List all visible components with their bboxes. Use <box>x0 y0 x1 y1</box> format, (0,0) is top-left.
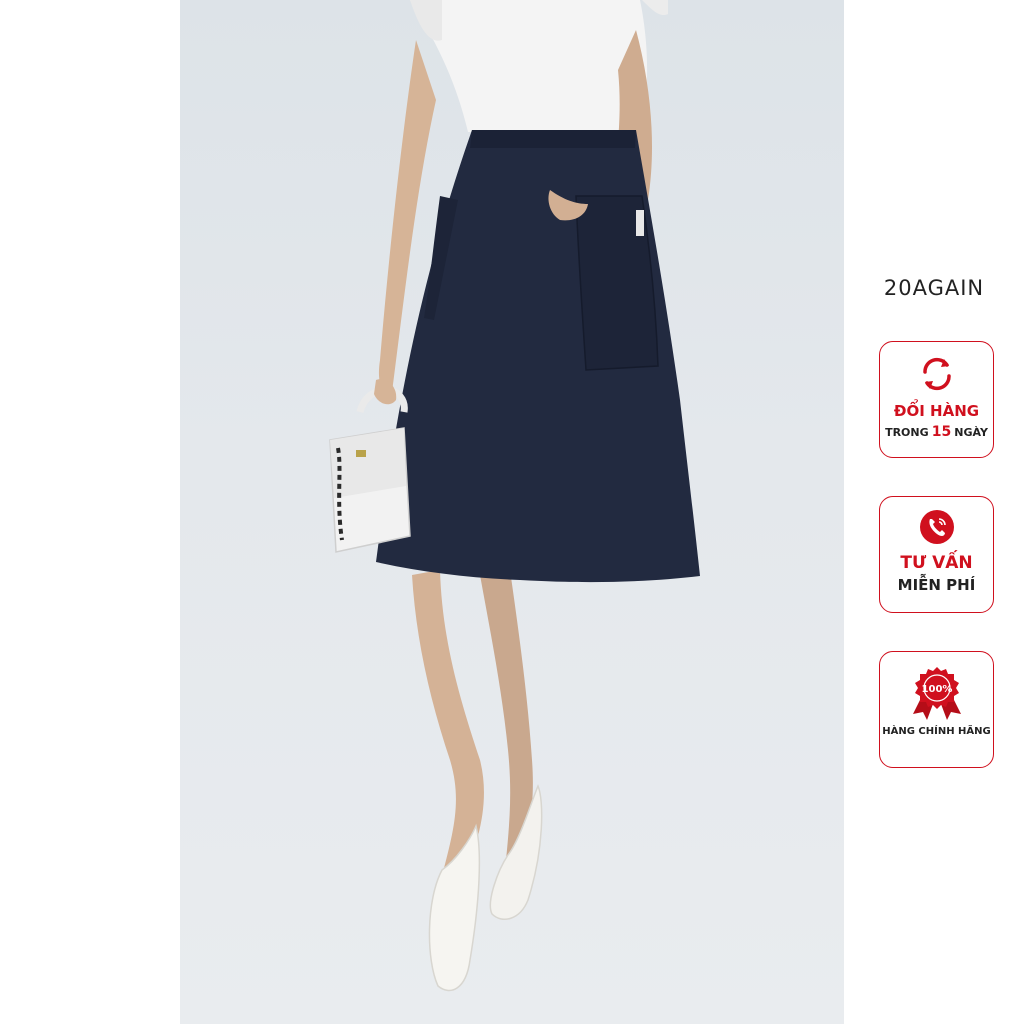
consult-subtitle: MIỄN PHÍ <box>897 576 976 594</box>
genuine-title: HÀNG CHÍNH HÃNG <box>882 726 991 737</box>
exchange-suffix: NGÀY <box>954 426 988 439</box>
consult-title: TƯ VẤN <box>900 553 973 573</box>
ribbon-seal-icon: 100% <box>912 667 961 720</box>
exchange-title: ĐỔI HÀNG <box>893 402 980 420</box>
exchange-badge: ĐỔI HÀNG TRONG 15 NGÀY <box>879 341 994 458</box>
model-illustration <box>329 0 700 992</box>
badge-sidebar: 20AGAIN ĐỔI HÀNG TRONG 15 NGÀY TƯ VẤN MI… <box>844 0 1024 1024</box>
phone-icon <box>919 510 954 544</box>
refresh-icon <box>922 357 951 391</box>
consult-badge: TƯ VẤN MIỄN PHÍ <box>879 496 994 613</box>
product-photo <box>180 0 844 1024</box>
exchange-subtitle: TRONG 15 NGÀY <box>880 424 993 440</box>
brand-logo: 20AGAIN <box>883 276 985 300</box>
seal-percent: 100% <box>921 684 952 695</box>
genuine-badge: 100% HÀNG CHÍNH HÃNG <box>879 651 994 768</box>
exchange-prefix: TRONG <box>885 426 929 439</box>
exchange-days: 15 <box>931 424 952 440</box>
